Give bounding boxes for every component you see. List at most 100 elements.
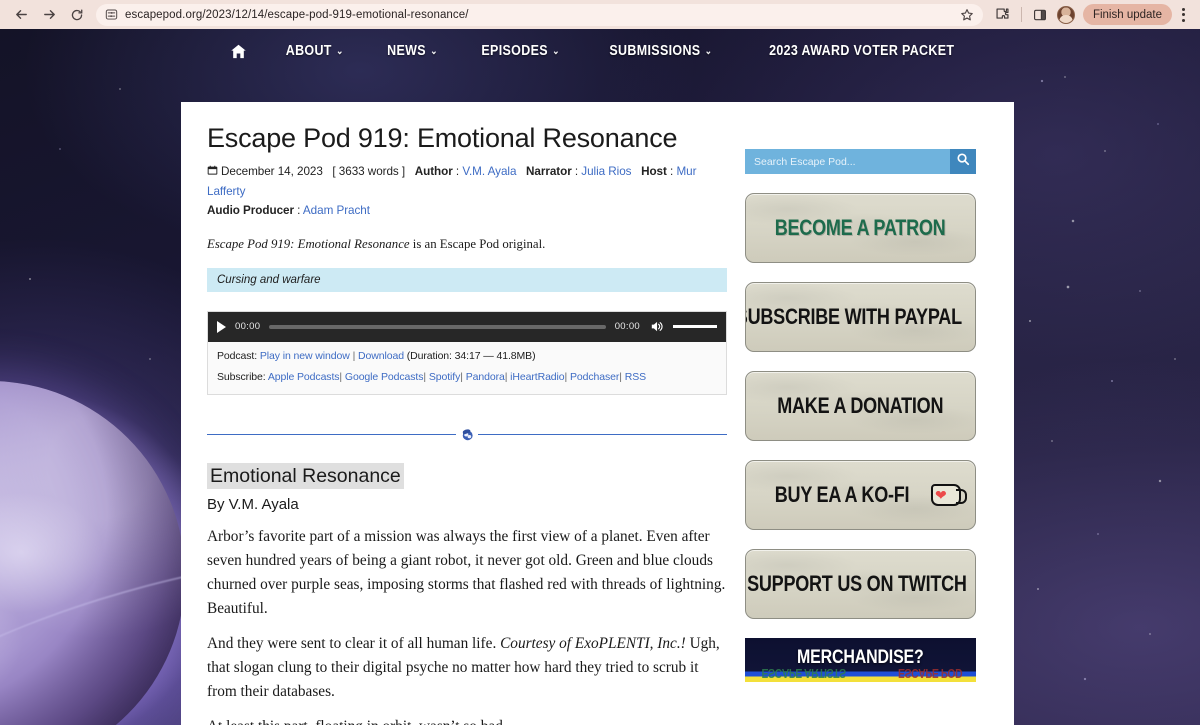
podcast-links-row: Podcast: Play in new window | Download (… [217,349,717,365]
subscribe-rss[interactable]: RSS [625,371,646,383]
story-paragraph: And they were sent to clear it of all hu… [207,632,727,703]
volume-icon[interactable] [649,319,664,334]
button-label: SUBSCRIBE WITH PAYPAL [745,304,963,329]
chevron-down-icon: ⌄ [336,46,344,57]
story-paragraph: At least this part, floating in orbit, w… [207,715,727,725]
site-navigation: ABOUT ⌄ NEWS ⌄ EPISODES ⌄ SUBMISSIONS ⌄ … [0,29,1200,73]
podcast-meta: Podcast: Play in new window | Download (… [208,342,726,395]
chevron-down-icon: ⌄ [429,46,438,57]
subscribe-iheartradio[interactable]: iHeartRadio [510,371,564,383]
profile-avatar[interactable] [1056,5,1075,24]
content-warning-box: Cursing and warfare [207,267,727,292]
reload-button[interactable] [64,3,90,27]
audio-player-controls: 00:00 00:00 [208,311,726,342]
subscribe-links-row: Subscribe: Apple Podcasts| Google Podcas… [217,370,717,386]
nav-item-submissions[interactable]: SUBMISSIONS ⌄ [609,43,712,59]
author-link[interactable]: V.M. Ayala [462,165,516,178]
story-paragraph: Arbor’s favorite part of a mission was a… [207,528,726,617]
progress-slider[interactable] [269,324,606,329]
producer-label: Audio Producer [207,203,294,217]
content-warning-text: Cursing and warfare [217,273,321,286]
button-label: MAKE A DONATION [777,393,944,418]
merchandise-banner[interactable]: ESCAPE ARTISTS ESCAPE POD MERCHANDISE? [745,638,976,682]
extensions-puzzle-icon[interactable] [991,3,1015,27]
button-label: BECOME A PATRON [775,215,946,240]
subscribe-google-podcasts[interactable]: Google Podcasts [345,371,424,383]
paragraph-pre: And they were sent to clear it of all hu… [207,635,501,653]
nav-label: ABOUT [285,43,333,59]
nav-item-news[interactable]: NEWS ⌄ [387,43,438,59]
narrator-link[interactable]: Julia Rios [581,165,631,178]
side-panel-icon[interactable] [1028,3,1052,27]
home-icon[interactable] [230,43,247,60]
article-column: Escape Pod 919: Emotional Resonance Dece… [207,123,727,725]
page-background: ABOUT ⌄ NEWS ⌄ EPISODES ⌄ SUBMISSIONS ⌄ … [0,29,1200,725]
remaining-time: 00:00 [614,321,640,333]
support-us-on-twitch-button[interactable]: SUPPORT US ON TWITCH [745,549,976,619]
star-icon[interactable] [960,8,974,22]
article-word-count: [ 3633 words ] [332,164,406,178]
separator: | [564,371,568,384]
audio-player: 00:00 00:00 Podcast: Play in new window … [207,310,727,396]
finish-update-label: Finish update [1092,8,1162,21]
subscribe-podchaser[interactable]: Podchaser [570,371,619,383]
search-icon [956,152,970,171]
subscribe-pandora[interactable]: Pandora [466,371,505,383]
separator: | [460,371,463,384]
separator: | [339,371,343,384]
forward-button[interactable] [36,3,62,27]
download-link[interactable]: Download [358,350,404,362]
nav-item-award-voter-packet[interactable]: 2023 AWARD VOTER PACKET [769,43,954,59]
story-byline: By V.M. Ayala [207,496,299,514]
chevron-down-icon: ⌄ [704,46,712,57]
button-label: SUPPORT US ON TWITCH [747,571,967,596]
make-a-donation-button[interactable]: MAKE A DONATION [745,371,976,441]
subscribe-spotify[interactable]: Spotify [429,371,461,383]
podcast-label: Podcast: [217,349,258,362]
toolbar-divider [1020,7,1022,22]
narrator-label: Narrator [525,164,572,178]
volume-slider[interactable] [673,325,717,329]
subscribe-with-paypal-button[interactable]: SUBSCRIBE WITH PAYPAL P [745,282,976,352]
tagline-rest: is an Escape Pod original. [409,236,546,251]
nav-item-episodes[interactable]: EPISODES ⌄ [482,43,560,59]
search-button[interactable] [950,149,976,174]
elapsed-time: 00:00 [235,321,261,333]
back-button[interactable] [8,3,34,27]
become-a-patron-button[interactable]: BECOME A PATRON [745,193,976,263]
site-settings-icon[interactable] [105,8,118,21]
separator: | [352,349,356,362]
merchandise-label: MERCHANDISE? [797,646,924,668]
address-bar[interactable]: escapepod.org/2023/12/14/escape-pod-919-… [96,3,983,26]
nav-item-about[interactable]: ABOUT ⌄ [286,43,344,59]
play-in-new-window-link[interactable]: Play in new window [260,350,350,362]
browser-toolbar: escapepod.org/2023/12/14/escape-pod-919-… [0,0,1200,29]
story-title: Emotional Resonance [207,463,404,490]
play-button-icon[interactable] [217,320,226,333]
finish-update-button[interactable]: Finish update [1082,4,1172,25]
buy-ea-a-kofi-button[interactable]: BUY EA A KO-FI ❤ [745,460,976,530]
tagline-title: Escape Pod 919: Emotional Resonance [207,236,410,251]
producer-link[interactable]: Adam Pracht [303,204,370,217]
search-input[interactable] [745,155,950,168]
subscribe-apple-podcasts[interactable]: Apple Podcasts [268,371,340,383]
author-label: Author [414,164,453,178]
nav-label: EPISODES [481,43,549,59]
page-title: Escape Pod 919: Emotional Resonance [207,123,678,153]
three-dot-menu-icon[interactable] [1174,3,1192,27]
separator: | [504,371,508,384]
chevron-down-icon: ⌄ [552,46,561,57]
heart-icon: ❤ [935,487,947,503]
article-meta: December 14, 2023 [ 3633 words ] Author … [207,164,697,217]
escape-pod-logo-icon [456,423,478,446]
paragraph-emphasis: Courtesy of ExoPLENTI, Inc.! [500,635,686,653]
url-text: escapepod.org/2023/12/14/escape-pod-919-… [125,8,469,21]
separator: | [423,371,426,384]
nav-label: 2023 AWARD VOTER PACKET [769,43,955,59]
search-box [745,149,976,174]
calendar-icon [207,164,218,183]
article-date: December 14, 2023 [221,164,323,178]
separator: | [619,371,622,384]
button-label: BUY EA A KO-FI [774,482,910,507]
content-panel: Escape Pod 919: Emotional Resonance Dece… [181,102,1014,725]
